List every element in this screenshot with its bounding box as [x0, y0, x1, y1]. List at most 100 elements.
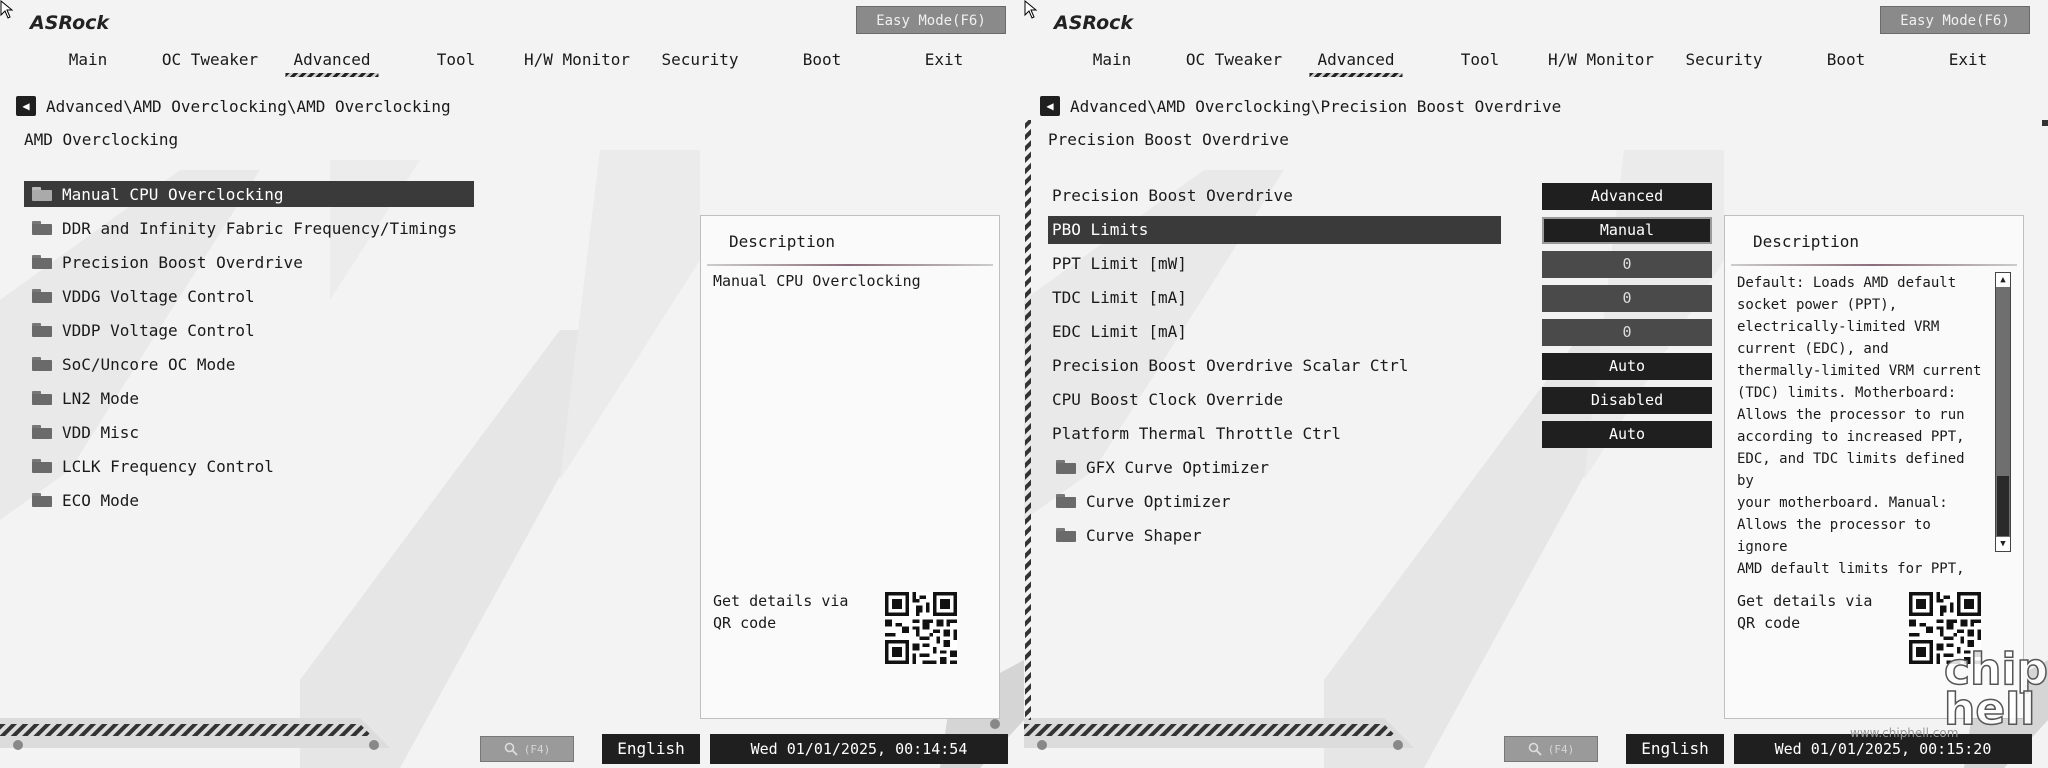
qr-caption: Get details via QR code: [1737, 592, 1873, 632]
language-button[interactable]: English: [1626, 734, 1724, 764]
setting-row-edc-limit[interactable]: EDC Limit [mA] 0: [1048, 318, 1718, 346]
tab-advanced[interactable]: Advanced: [1309, 50, 1403, 77]
setting-value-dropdown[interactable]: Advanced: [1542, 183, 1712, 210]
tab-boot[interactable]: Boot: [1827, 50, 1866, 69]
folder-icon: [32, 187, 52, 201]
tab-exit[interactable]: Exit: [1949, 50, 1988, 69]
tab-oc-tweaker[interactable]: OC Tweaker: [162, 50, 258, 69]
easy-mode-button[interactable]: Easy Mode(F6): [1880, 6, 2030, 34]
menu-item-eco-mode[interactable]: ECO Mode: [24, 487, 474, 513]
breadcrumb-path: Advanced\AMD Overclocking\Precision Boos…: [1070, 96, 1562, 116]
menu-item-label: Manual CPU Overclocking: [62, 184, 284, 204]
qr-code-icon: [885, 592, 957, 664]
tab-bar: Main OC Tweaker Advanced Tool H/W Monito…: [1064, 50, 2004, 80]
setting-value-dropdown[interactable]: Auto: [1542, 421, 1712, 448]
breadcrumb: ◀ Advanced\AMD Overclocking\AMD Overcloc…: [16, 96, 451, 116]
submenu-gfx-curve-optimizer[interactable]: GFX Curve Optimizer: [1048, 454, 1718, 480]
setting-label: Precision Boost Overdrive Scalar Ctrl: [1052, 356, 1409, 375]
menu-item-label: LN2 Mode: [62, 388, 140, 408]
qr-caption: Get details via QR code: [713, 592, 849, 632]
setting-value-dropdown[interactable]: Disabled: [1542, 387, 1712, 414]
setting-row-pbo-scalar[interactable]: Precision Boost Overdrive Scalar Ctrl Au…: [1048, 352, 1718, 380]
setting-row-platform-thermal-throttle[interactable]: Platform Thermal Throttle Ctrl Auto: [1048, 420, 1718, 448]
menu-item-label: DDR and Infinity Fabric Frequency/Timing…: [62, 218, 457, 238]
page-title: Precision Boost Overdrive: [1048, 130, 1289, 149]
mouse-cursor-icon: [0, 0, 14, 19]
description-text: Manual CPU Overclocking: [713, 272, 921, 290]
tab-hw-monitor[interactable]: H/W Monitor: [524, 50, 630, 69]
setting-row-pbo-limits[interactable]: PBO Limits Manual: [1048, 216, 1718, 244]
tab-main[interactable]: Main: [69, 50, 108, 69]
menu-item-lclk-frequency[interactable]: LCLK Frequency Control: [24, 453, 474, 479]
settings-list: Precision Boost Overdrive Advanced PBO L…: [1048, 182, 1718, 556]
tab-security[interactable]: Security: [661, 50, 738, 69]
menu-item-manual-cpu-overclocking[interactable]: Manual CPU Overclocking: [24, 181, 474, 207]
breadcrumb: ◀ Advanced\AMD Overclocking\Precision Bo…: [1040, 96, 1561, 116]
submenu-label: Curve Shaper: [1086, 525, 1202, 545]
setting-label: TDC Limit [mA]: [1052, 288, 1187, 307]
tab-tool[interactable]: Tool: [437, 50, 476, 69]
setting-value-input[interactable]: 0: [1542, 285, 1712, 312]
setting-label: EDC Limit [mA]: [1052, 322, 1187, 341]
folder-icon: [32, 357, 52, 371]
setting-value-input[interactable]: 0: [1542, 319, 1712, 346]
tab-main[interactable]: Main: [1093, 50, 1132, 69]
back-arrow-icon[interactable]: ◀: [1040, 96, 1060, 116]
tab-security[interactable]: Security: [1685, 50, 1762, 69]
chiphell-watermark: chip hell: [1943, 644, 2048, 735]
folder-icon: [1056, 460, 1076, 474]
submenu-label: Curve Optimizer: [1086, 491, 1231, 511]
setting-row-tdc-limit[interactable]: TDC Limit [mA] 0: [1048, 284, 1718, 312]
setting-value-dropdown[interactable]: Manual: [1542, 217, 1712, 244]
description-divider: [1731, 264, 2017, 266]
tab-boot[interactable]: Boot: [803, 50, 842, 69]
folder-icon: [32, 221, 52, 235]
scrollbar-thumb[interactable]: [1997, 476, 2009, 536]
submenu-curve-optimizer[interactable]: Curve Optimizer: [1048, 488, 1718, 514]
language-button[interactable]: English: [602, 734, 700, 764]
setting-row-ppt-limit[interactable]: PPT Limit [mW] 0: [1048, 250, 1718, 278]
setting-row-cpu-boost-clock-override[interactable]: CPU Boost Clock Override Disabled: [1048, 386, 1718, 414]
tab-exit[interactable]: Exit: [925, 50, 964, 69]
search-button[interactable]: (F4): [480, 736, 574, 762]
menu-item-ddr-infinity-fabric[interactable]: DDR and Infinity Fabric Frequency/Timing…: [24, 215, 474, 241]
menu-item-label: VDD Misc: [62, 422, 140, 442]
menu-item-ln2-mode[interactable]: LN2 Mode: [24, 385, 474, 411]
menu-item-vdd-misc[interactable]: VDD Misc: [24, 419, 474, 445]
watermark-url: www.chiphell.com: [1850, 726, 1959, 740]
easy-mode-button[interactable]: Easy Mode(F6): [856, 6, 1006, 34]
folder-icon: [1056, 528, 1076, 542]
submenu-curve-shaper[interactable]: Curve Shaper: [1048, 522, 1718, 548]
tab-hw-monitor[interactable]: H/W Monitor: [1548, 50, 1654, 69]
setting-value-dropdown[interactable]: Auto: [1542, 353, 1712, 380]
search-button[interactable]: (F4): [1504, 736, 1598, 762]
description-divider: [707, 264, 993, 266]
scroll-up-icon[interactable]: ▲: [1996, 273, 2010, 287]
scroll-down-icon[interactable]: ▼: [1996, 537, 2010, 551]
description-scrollbar[interactable]: ▲ ▼: [1995, 272, 2011, 552]
setting-value-input[interactable]: 0: [1542, 251, 1712, 278]
tab-oc-tweaker[interactable]: OC Tweaker: [1186, 50, 1282, 69]
menu-item-soc-uncore-oc[interactable]: SoC/Uncore OC Mode: [24, 351, 474, 377]
folder-icon: [32, 323, 52, 337]
bios-screen-left: ASRock Easy Mode(F6) Main OC Tweaker Adv…: [0, 0, 1024, 768]
description-title: Description: [729, 232, 835, 251]
menu-item-vddp-voltage[interactable]: VDDP Voltage Control: [24, 317, 474, 343]
menu-item-label: SoC/Uncore OC Mode: [62, 354, 236, 374]
folder-icon: [32, 459, 52, 473]
setting-label: Precision Boost Overdrive: [1052, 186, 1293, 205]
menu-item-label: LCLK Frequency Control: [62, 456, 274, 476]
menu-item-label: Precision Boost Overdrive: [62, 252, 303, 272]
asrock-logo: ASRock: [1054, 12, 1134, 34]
tab-tool[interactable]: Tool: [1461, 50, 1500, 69]
back-arrow-icon[interactable]: ◀: [16, 96, 36, 116]
folder-icon: [32, 425, 52, 439]
setting-row-precision-boost-overdrive[interactable]: Precision Boost Overdrive Advanced: [1048, 182, 1718, 210]
folder-icon: [32, 391, 52, 405]
menu-item-precision-boost-overdrive[interactable]: Precision Boost Overdrive: [24, 249, 474, 275]
tab-advanced[interactable]: Advanced: [285, 50, 379, 77]
search-icon: [504, 742, 518, 756]
menu-item-vddg-voltage[interactable]: VDDG Voltage Control: [24, 283, 474, 309]
asrock-logo: ASRock: [30, 12, 110, 34]
folder-icon: [32, 289, 52, 303]
